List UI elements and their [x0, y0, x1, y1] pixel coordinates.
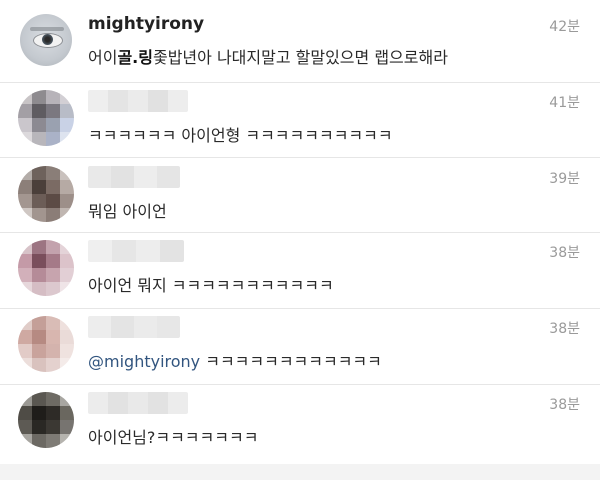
avatar[interactable]: [18, 316, 74, 372]
username-blurred[interactable]: [88, 90, 188, 112]
avatar[interactable]: [18, 392, 74, 448]
avatar[interactable]: [20, 14, 72, 66]
comment-time: 41분: [549, 95, 580, 111]
divider: [0, 232, 600, 233]
comment-text-post: 좇밥년아 나대지말고 할말있으면 랩으로해라: [152, 48, 448, 67]
username-blurred[interactable]: [88, 166, 180, 188]
comment-text: ㅋㅋㅋㅋㅋㅋ 아이언형 ㅋㅋㅋㅋㅋㅋㅋㅋㅋㅋ: [88, 126, 393, 145]
comment-time: 38분: [549, 321, 580, 337]
comment-time: 38분: [549, 397, 580, 413]
comment-time: 42분: [549, 19, 580, 35]
username-blurred[interactable]: [88, 240, 184, 262]
comment-text: 아이언 뭐지 ㅋㅋㅋㅋㅋㅋㅋㅋㅋㅋㅋ: [88, 276, 334, 295]
divider: [0, 157, 600, 158]
avatar[interactable]: [18, 240, 74, 296]
divider: [0, 82, 600, 83]
comment-text: 뭐임 아이언: [88, 202, 167, 221]
comment-time: 38분: [549, 245, 580, 261]
comment-username[interactable]: mightyirony: [88, 14, 204, 34]
divider: [0, 384, 600, 385]
username-blurred[interactable]: [88, 316, 180, 338]
avatar[interactable]: [18, 90, 74, 146]
avatar[interactable]: [18, 166, 74, 222]
comment-text-bold: 골.링: [117, 48, 153, 67]
avatar-iris: [42, 34, 53, 45]
comment-time: 39분: [549, 171, 580, 187]
divider: [0, 308, 600, 309]
comment-text: 어이골.링좇밥년아 나대지말고 할말있으면 랩으로해라: [88, 44, 448, 68]
username-blurred[interactable]: [88, 392, 188, 414]
bottom-strip: [0, 464, 600, 480]
mention-link[interactable]: @mightyirony: [88, 352, 200, 371]
comment-text-pre: 어이: [88, 48, 118, 67]
comment-list: mightyirony 42분 어이골.링좇밥년아 나대지말고 할말있으면 랩으…: [0, 0, 600, 480]
comment-text: @mightyirony ㅋㅋㅋㅋㅋㅋㅋㅋㅋㅋㅋㅋ: [88, 348, 382, 372]
comment-text: 아이언님?ㅋㅋㅋㅋㅋㅋㅋ: [88, 428, 259, 447]
avatar-brow: [30, 27, 64, 31]
comment-text-body: ㅋㅋㅋㅋㅋㅋㅋㅋㅋㅋㅋㅋ: [200, 352, 382, 371]
